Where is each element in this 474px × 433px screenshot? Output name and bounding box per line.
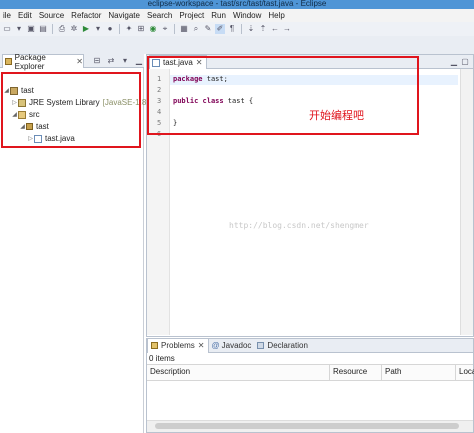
new-icon[interactable]: ▭ xyxy=(2,24,12,34)
link-with-editor-icon[interactable]: ⇄ xyxy=(106,56,116,66)
perspective-strip xyxy=(0,36,474,54)
declaration-tab-label: Declaration xyxy=(267,341,308,350)
problems-view: Problems ✕ @ Javadoc Declaration 0 items… xyxy=(146,338,474,433)
problems-table-header: Description Resource Path Locat xyxy=(147,364,474,381)
column-resource[interactable]: Resource xyxy=(329,365,381,380)
toolbar-separator xyxy=(241,24,242,34)
show-whitespace-icon[interactable]: ¶ xyxy=(227,24,237,34)
tab-problems[interactable]: Problems ✕ xyxy=(147,338,209,353)
problems-tab-label: Problems xyxy=(161,341,195,350)
next-annotation-icon[interactable]: ⇣ xyxy=(246,24,256,34)
search-icon[interactable]: ⌕ xyxy=(191,24,201,34)
main-toolbar: ▭ ▾ ▣ ▤ ⎙ ✲ ▶ ▾ ● ✦ ⊞ ◉ ⌖ ▦ ⌕ ✎ ✐ ¶ ⇣ ⇡ … xyxy=(0,22,474,36)
menu-project[interactable]: Project xyxy=(179,9,204,22)
window-title-bar: eclipse-workspace - tast/src/tast/tast.j… xyxy=(0,0,474,9)
annotation-label: 开始编程吧 xyxy=(309,110,364,122)
watermark-text: http://blog.csdn.net/shengmer xyxy=(229,221,369,230)
menu-file[interactable]: ile xyxy=(3,9,11,22)
editor-vertical-scrollbar[interactable] xyxy=(460,69,473,335)
column-location[interactable]: Locat xyxy=(455,365,474,380)
column-location-label: Locat xyxy=(459,367,474,376)
declaration-icon xyxy=(257,342,265,349)
menu-window[interactable]: Window xyxy=(233,9,261,22)
print-icon[interactable]: ⎙ xyxy=(57,24,67,34)
problems-header: Problems ✕ @ Javadoc Declaration xyxy=(147,338,473,353)
toggle-mark-occurrences-icon[interactable]: ✐ xyxy=(215,24,225,34)
menu-refactor[interactable]: Refactor xyxy=(71,9,101,22)
dropdown-arrow-icon[interactable]: ▾ xyxy=(14,24,24,34)
toolbar-separator xyxy=(119,24,120,34)
scrollbar-thumb[interactable] xyxy=(155,423,459,429)
new-package-icon[interactable]: ⊞ xyxy=(136,24,146,34)
save-all-icon[interactable]: ▤ xyxy=(38,24,48,34)
open-type-icon[interactable]: ⌖ xyxy=(160,24,170,34)
menu-run[interactable]: Run xyxy=(211,9,226,22)
save-icon[interactable]: ▣ xyxy=(26,24,36,34)
highlight-box-explorer xyxy=(1,72,141,148)
previous-annotation-icon[interactable]: ⇡ xyxy=(258,24,268,34)
highlight-box-editor xyxy=(147,56,419,135)
annotation-icon[interactable]: ✎ xyxy=(203,24,213,34)
minimize-icon[interactable]: ▁ xyxy=(134,56,144,66)
toolbar-separator xyxy=(52,24,53,34)
run-menu-icon[interactable]: ▾ xyxy=(93,24,103,34)
menu-navigate[interactable]: Navigate xyxy=(108,9,140,22)
close-icon[interactable]: ✕ xyxy=(76,57,83,66)
javadoc-icon: @ xyxy=(211,341,220,350)
new-class-icon[interactable]: ◉ xyxy=(148,24,158,34)
window-title: eclipse-workspace - tast/src/tast/tast.j… xyxy=(147,0,327,8)
column-description-label: Description xyxy=(150,367,191,376)
problems-count: 0 items xyxy=(149,354,175,363)
external-tools-icon[interactable]: ● xyxy=(105,24,115,34)
menu-help[interactable]: Help xyxy=(268,9,284,22)
tab-declaration[interactable]: Declaration xyxy=(254,339,310,353)
tab-javadoc[interactable]: @ Javadoc xyxy=(209,339,255,353)
back-icon[interactable]: ← xyxy=(270,24,280,34)
open-task-icon[interactable]: ▦ xyxy=(179,24,189,34)
javadoc-tab-label: Javadoc xyxy=(221,341,252,350)
view-menu-icon[interactable]: ▾ xyxy=(120,56,130,66)
problems-horizontal-scrollbar[interactable] xyxy=(147,420,473,432)
column-path-label: Path xyxy=(385,367,402,376)
run-icon[interactable]: ▶ xyxy=(81,24,91,34)
package-explorer-icon xyxy=(5,58,12,65)
maximize-icon[interactable]: ▢ xyxy=(460,57,470,67)
package-explorer-tab-label: Package Explorer xyxy=(14,52,46,71)
column-resource-label: Resource xyxy=(333,367,368,376)
problems-icon xyxy=(151,342,158,349)
tab-package-explorer[interactable]: Package Explorer ✕ xyxy=(2,52,84,71)
menu-search[interactable]: Search xyxy=(147,9,172,22)
toolbar-separator xyxy=(174,24,175,34)
forward-icon[interactable]: → xyxy=(282,24,292,34)
close-icon[interactable]: ✕ xyxy=(198,341,205,350)
column-description[interactable]: Description xyxy=(147,365,329,380)
menu-bar: ile Edit Source Refactor Navigate Search… xyxy=(0,9,474,22)
new-java-project-icon[interactable]: ✦ xyxy=(124,24,134,34)
menu-edit[interactable]: Edit xyxy=(18,9,32,22)
menu-source[interactable]: Source xyxy=(39,9,64,22)
debug-icon[interactable]: ✲ xyxy=(69,24,79,34)
minimize-icon[interactable]: ▁ xyxy=(449,57,459,67)
collapse-all-icon[interactable]: ⊟ xyxy=(92,56,102,66)
column-path[interactable]: Path xyxy=(381,365,455,380)
